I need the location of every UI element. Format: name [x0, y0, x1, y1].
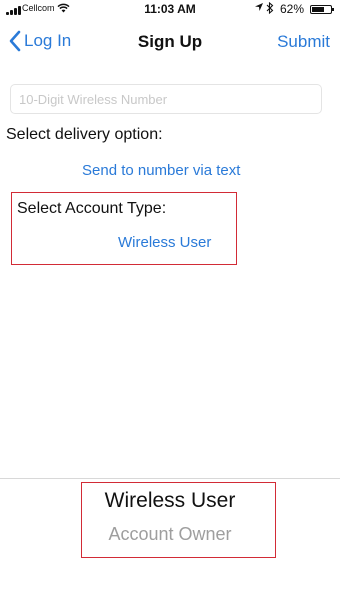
account-type-value[interactable]: Wireless User — [118, 234, 211, 251]
picker-highlight — [81, 482, 276, 558]
delivery-option-value[interactable]: Send to number via text — [82, 162, 240, 179]
location-icon — [254, 2, 264, 15]
account-type-picker[interactable]: Wireless User Account Owner — [0, 478, 340, 611]
wireless-number-input[interactable] — [10, 84, 322, 114]
battery-percent: 62% — [280, 2, 305, 16]
battery-icon — [310, 5, 334, 14]
bluetooth-icon — [266, 1, 274, 17]
delivery-option-label: Select delivery option: — [6, 126, 163, 143]
status-bar: Cellcom 11:03 AM 62% — [0, 0, 340, 20]
submit-button[interactable]: Submit — [277, 32, 330, 52]
account-type-label: Select Account Type: — [17, 200, 167, 217]
nav-bar: Log In Sign Up Submit — [0, 20, 340, 64]
